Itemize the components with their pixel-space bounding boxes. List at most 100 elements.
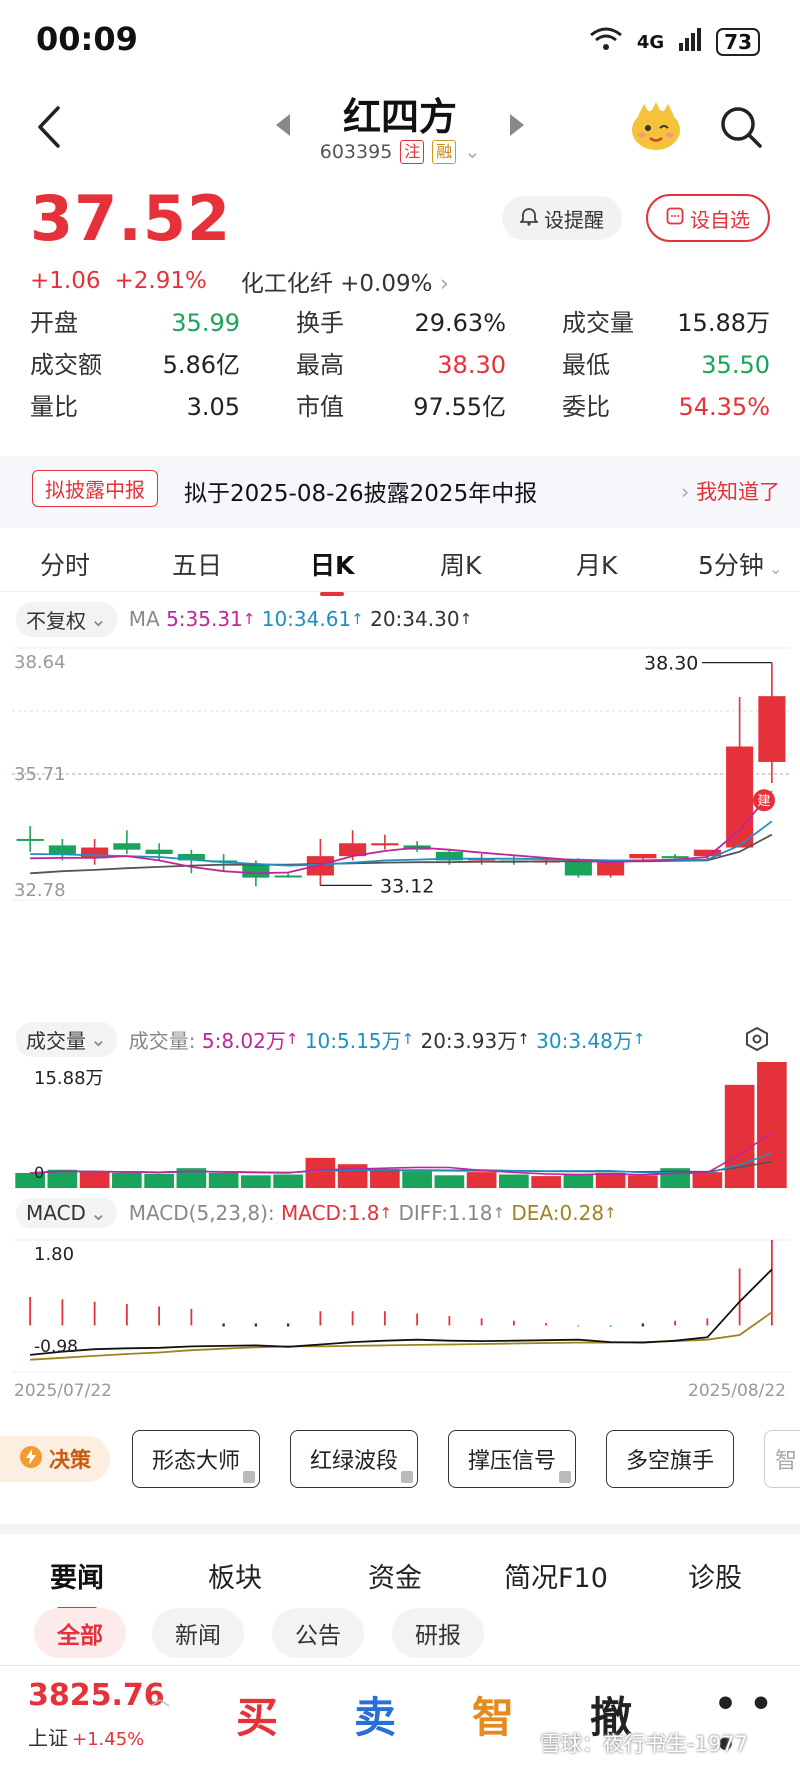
stat-label: 换手 (296, 309, 344, 337)
volume-axis-zero: 0 (34, 1163, 44, 1182)
high-marker-label: 38.30 (644, 653, 698, 675)
volume-chart[interactable]: 15.88万 0 (0, 1060, 800, 1190)
tab-weekly-k[interactable]: 周K (440, 546, 481, 582)
stat-label: 最低 (562, 351, 610, 379)
support-resistance-chip[interactable]: 撑压信号 (448, 1430, 576, 1488)
candle-body (758, 696, 786, 762)
tab-f10-profile[interactable]: 简况F10 (504, 1556, 608, 1595)
add-watchlist-button[interactable]: 设自选 (646, 194, 770, 242)
tab-monthly-k[interactable]: 月K (576, 546, 617, 582)
stat-cell: 量比 3.05 (30, 390, 240, 424)
index-name-row: 上证 +1.45% (28, 1722, 144, 1751)
macd-legend-row: MACD ⌄ MACD(5,23,8): MACD:1.8 ↑ DIFF:1.18 ↑… (0, 1196, 800, 1230)
tab-five-minute[interactable]: 5分钟 ⌄ (698, 546, 782, 582)
price-axis-mid: 35.71 (14, 764, 66, 785)
chevron-down-icon[interactable]: ⌄ (464, 141, 480, 163)
bell-icon (518, 206, 540, 231)
pattern-master-chip[interactable]: 形态大师 (132, 1430, 260, 1488)
red-green-band-label: 红绿波段 (309, 1449, 398, 1474)
stat-label: 成交量 (562, 309, 634, 337)
filter-announcements[interactable]: 公告 (272, 1608, 364, 1658)
volume-bar (499, 1174, 529, 1188)
macd-bar (222, 1323, 225, 1327)
macd-axis-top: 1.80 (34, 1244, 74, 1265)
vol20-value: 20:3.93万 (420, 1028, 518, 1053)
date-start-label: 2025/07/22 (14, 1381, 112, 1401)
mascot-icon[interactable] (628, 100, 684, 152)
up-arrow-icon: ↑ (351, 610, 364, 628)
volume-bar (692, 1172, 723, 1188)
volume-bar (241, 1175, 271, 1188)
buy-button[interactable]: 买 (236, 1684, 278, 1745)
lock-icon (401, 1471, 413, 1483)
decision-tools-row: 决策 形态大师 红绿波段 撑压信号 多空旗手 智 (0, 1424, 800, 1496)
up-arrow-icon: ↑ (401, 1030, 415, 1048)
more-tools-chip[interactable]: 智 (764, 1430, 800, 1488)
ma10-line (30, 820, 773, 867)
price-axis-bottom: 32.78 (14, 880, 66, 901)
volume-bar (79, 1172, 110, 1188)
macd-selector[interactable]: MACD ⌄ (16, 1198, 117, 1228)
volume-bar (724, 1084, 755, 1188)
vol5-value: 5:8.02万 (201, 1028, 286, 1053)
chevron-down-icon: ⌄ (763, 559, 783, 578)
ma20-value: 20:34.30 (370, 607, 460, 631)
dismiss-banner-button[interactable]: › 我知道了 (681, 476, 780, 506)
sector-name: 化工化纤 (240, 271, 333, 297)
adjust-selector[interactable]: 不复权 ⌄ (16, 601, 117, 637)
candle-body (371, 843, 399, 846)
volume-selector[interactable]: 成交量 ⌄ (16, 1021, 117, 1057)
macd-bar (254, 1323, 258, 1327)
search-icon[interactable] (716, 102, 766, 152)
adjust-label: 不复权 (26, 608, 86, 633)
set-alert-button[interactable]: 设提醒 (502, 196, 622, 240)
settings-hex-icon[interactable] (744, 1026, 770, 1057)
volume-bar (757, 1062, 787, 1188)
next-stock-icon[interactable] (510, 114, 524, 136)
up-arrow-icon: ↑ (379, 1204, 393, 1222)
chevron-up-icon: ︿ (150, 1686, 170, 1710)
lightning-icon (19, 1445, 43, 1474)
filter-all[interactable]: 全部 (34, 1608, 126, 1658)
stat-cell: 开盘 35.99 (30, 306, 240, 340)
battery-indicator: 73 (716, 28, 760, 56)
volume-bar (531, 1176, 561, 1188)
smart-trade-button[interactable]: 智 (472, 1684, 514, 1745)
tab-daily-k[interactable]: 日K (310, 546, 354, 596)
up-arrow-icon: ↑ (459, 610, 473, 628)
tab-capital[interactable]: 资金 (368, 1556, 422, 1595)
candlestick-chart[interactable]: 38.64 35.71 32.78 38.30 33.12 建 (0, 640, 800, 1010)
bull-bear-chip[interactable]: 多空旗手 (606, 1430, 734, 1488)
macd-params: MACD(5,23,8): (128, 1201, 275, 1225)
low-marker-label: 33.12 (380, 875, 434, 897)
lock-icon (243, 1471, 255, 1483)
tab-diagnosis[interactable]: 诊股 (688, 1556, 742, 1595)
up-arrow-icon: ↑ (632, 1030, 646, 1048)
stat-cell: 市值 97.55亿 (296, 390, 506, 424)
filter-research[interactable]: 研报 (392, 1608, 484, 1658)
filter-news[interactable]: 新闻 (152, 1608, 244, 1658)
stat-value: 54.35% (678, 393, 770, 421)
stat-value: 15.88万 (677, 309, 770, 337)
pattern-master-label: 形态大师 (151, 1449, 240, 1474)
tab-sectors[interactable]: 板块 (208, 1556, 262, 1595)
macd-value: MACD:1.8 (281, 1201, 380, 1225)
tab-timeshare[interactable]: 分时 (40, 546, 90, 582)
macd-chart[interactable]: 1.80 -0.98 2025/07/22 2025/08/22 (0, 1234, 800, 1404)
sector-link[interactable]: 化工化纤 +0.09% › (241, 264, 449, 298)
volume-axis-top: 15.88万 (34, 1068, 104, 1089)
tab-five-day[interactable]: 五日 (172, 546, 222, 582)
vol30-value: 30:3.48万 (536, 1028, 633, 1053)
red-green-band-chip[interactable]: 红绿波段 (290, 1430, 418, 1488)
decision-button[interactable]: 决策 (0, 1436, 110, 1482)
tab-news-highlights[interactable]: 要闻 (50, 1556, 104, 1611)
watchlist-icon (666, 206, 684, 230)
candle-body (274, 875, 302, 878)
support-resistance-label: 撑压信号 (467, 1449, 556, 1474)
sell-button[interactable]: 卖 (354, 1684, 396, 1745)
candle-body (113, 843, 141, 850)
candle-body (16, 838, 44, 841)
add-watchlist-label: 设自选 (690, 207, 750, 232)
volume-prefix: 成交量: (128, 1028, 196, 1053)
macd-selector-label: MACD (26, 1201, 86, 1225)
